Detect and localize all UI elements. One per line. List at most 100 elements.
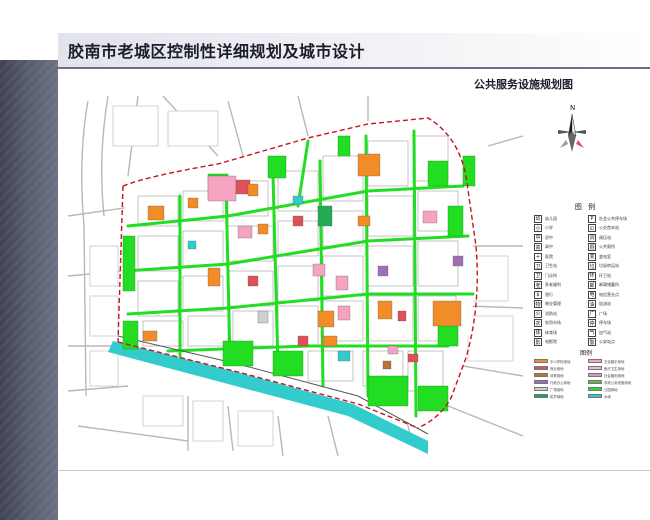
land-use-legend-item: 商业用地 — [534, 365, 564, 371]
legend-swatch — [534, 366, 548, 370]
land-use-legend-item: 中小学校用地 — [534, 358, 570, 364]
legend-swatch — [534, 373, 548, 377]
legend-item-label: 电影院 — [545, 339, 557, 344]
land-use-label: 行政办公用地 — [550, 380, 571, 385]
legend-item-label: 物业管理 — [545, 301, 561, 306]
legend-item-label: 初中 — [545, 234, 553, 240]
legend-item-label: 医院 — [545, 253, 553, 259]
land-use-label: 公园绿地 — [604, 387, 618, 392]
substation-icon: 调 — [588, 233, 596, 242]
land-use-label: 文化娱乐用地 — [604, 359, 625, 364]
legend-item: 垃垃圾转运站 — [588, 262, 619, 271]
sanitation-icon: 环 — [588, 271, 596, 280]
compass-rose-icon: N — [558, 104, 586, 152]
legend-item: 邮邮政储蓄所 — [588, 281, 619, 290]
legend-swatch — [534, 387, 548, 391]
legend-swatch — [588, 373, 602, 377]
legend-swatch — [588, 380, 602, 384]
legend-item: 警公安站点 — [588, 338, 615, 347]
clinic-icon: 卫 — [534, 271, 542, 280]
planning-map[interactable] — [68, 96, 530, 458]
north-label: N — [570, 104, 575, 112]
legend-item: 油加油站 — [588, 300, 611, 309]
land-use-legend-item: 体育用地 — [534, 372, 564, 378]
middle-school-icon: 中 — [534, 233, 542, 242]
legend-item-label: 银行 — [545, 291, 553, 297]
land-use-legend-item: 公园绿地 — [588, 386, 618, 392]
legend-item: 中初中 — [534, 233, 553, 242]
page-title: 胶南市老城区控制性详细规划及城市设计 — [68, 42, 366, 61]
high-school-icon: 高 — [534, 243, 542, 251]
land-use-label: 市政公用设施用地 — [604, 380, 632, 385]
toilet-icon: 厕 — [588, 243, 596, 251]
land-use-legend-item: 文化娱乐用地 — [588, 358, 624, 364]
elderly-care-icon: 老 — [534, 281, 542, 289]
legend-item-label: 社会公共停车场 — [599, 215, 627, 221]
title-bar: 胶南市老城区控制性详细规划及城市设计 — [58, 33, 650, 69]
legend-item-label: 小学 — [545, 225, 553, 230]
legend-item-label: 停车场 — [599, 320, 611, 325]
legend-swatch — [588, 359, 602, 363]
kindergarten-icon: 幼 — [534, 214, 542, 223]
legend-item-label: 公交首末站 — [599, 225, 619, 230]
land-use-label: 商业用地 — [550, 366, 564, 371]
parking-icon: P — [588, 214, 596, 223]
map-svg — [68, 96, 524, 457]
stadium-icon: 体 — [534, 328, 542, 337]
legend-item: P 社会公共停车场 — [588, 214, 627, 223]
property-icon: 物 — [534, 300, 542, 308]
legend-item-label: 调压站 — [599, 234, 611, 240]
legend-item: 卫门诊所 — [534, 271, 557, 280]
square-icon: 广 — [588, 309, 596, 318]
land-use-label: 体育用地 — [550, 373, 564, 378]
legend-item: 环环卫站 — [588, 271, 611, 280]
legend-swatch — [588, 394, 602, 398]
legend-item: 影电影院 — [534, 338, 557, 347]
legend-item-label: 邮政储蓄所 — [599, 282, 619, 287]
hospital-icon: + — [534, 252, 542, 261]
land-use-legend-item: 医疗卫生用地 — [588, 365, 624, 371]
land-use-legend-item: 市政公用设施用地 — [588, 379, 631, 385]
legend-item-label: 变电室 — [599, 253, 611, 259]
market-icon: 农 — [534, 319, 542, 327]
legend-item: $ 银行 — [534, 290, 553, 299]
legend-swatch — [534, 394, 548, 398]
legend-item: 广广场 — [588, 309, 607, 318]
gas-station-icon: 油 — [588, 300, 596, 308]
legend-title: 图 例 — [574, 203, 598, 211]
transformer-icon: 变 — [588, 252, 596, 261]
legend-panel: 图 例 幼幼儿园 P 社会公共停车场小小学 公公交首末站中初中 调调压站高高中 厕公共厕所… — [530, 202, 642, 462]
land-use-legend-item: 防护绿地 — [534, 393, 564, 399]
legend-item-label: 公安站点 — [599, 339, 615, 344]
cinema-icon: 影 — [534, 338, 542, 346]
north-arrow: N — [552, 102, 592, 160]
legend-item-label: 高中 — [545, 244, 553, 249]
legend-item: 火消防站 — [534, 309, 557, 318]
land-use-legend-item: 行政办公用地 — [534, 379, 570, 385]
waste-station-icon: 垃 — [588, 262, 596, 270]
legend-item-label: 幼儿园 — [545, 215, 557, 221]
bottom-rule — [58, 470, 650, 471]
legend-item: 体体育场 — [534, 328, 557, 337]
map-subtitle: 公共服务设施规划图 — [474, 78, 573, 91]
land-use-label: 社会福利用地 — [604, 373, 625, 378]
legend-item: 电电信营业点 — [588, 290, 619, 299]
land-use-legend-item: 广场用地 — [534, 386, 564, 392]
land-use-legend-item: 水域 — [588, 393, 611, 399]
land-use-label: 医疗卫生用地 — [604, 366, 625, 371]
legend-swatch — [534, 380, 548, 384]
legend-item-label: 消防站 — [545, 310, 557, 316]
legend-swatch — [588, 387, 602, 391]
fire-station-icon: 火 — [534, 309, 542, 318]
legend2-title: 图例 — [579, 350, 592, 357]
legend-item: 老养老福利 — [534, 281, 561, 290]
legend-item: 气加气站 — [588, 328, 611, 337]
legend-item-label: 广场 — [599, 310, 607, 316]
legend-swatch — [588, 366, 602, 370]
legend-item-label: 加气站 — [599, 329, 611, 335]
legend-item-label: 公共厕所 — [599, 244, 615, 249]
legend-item: 停停车场 — [588, 319, 611, 328]
clinic-icon: 卫 — [534, 262, 542, 270]
gas-icon: 气 — [588, 328, 596, 337]
legend-item: 小小学 — [534, 224, 553, 233]
